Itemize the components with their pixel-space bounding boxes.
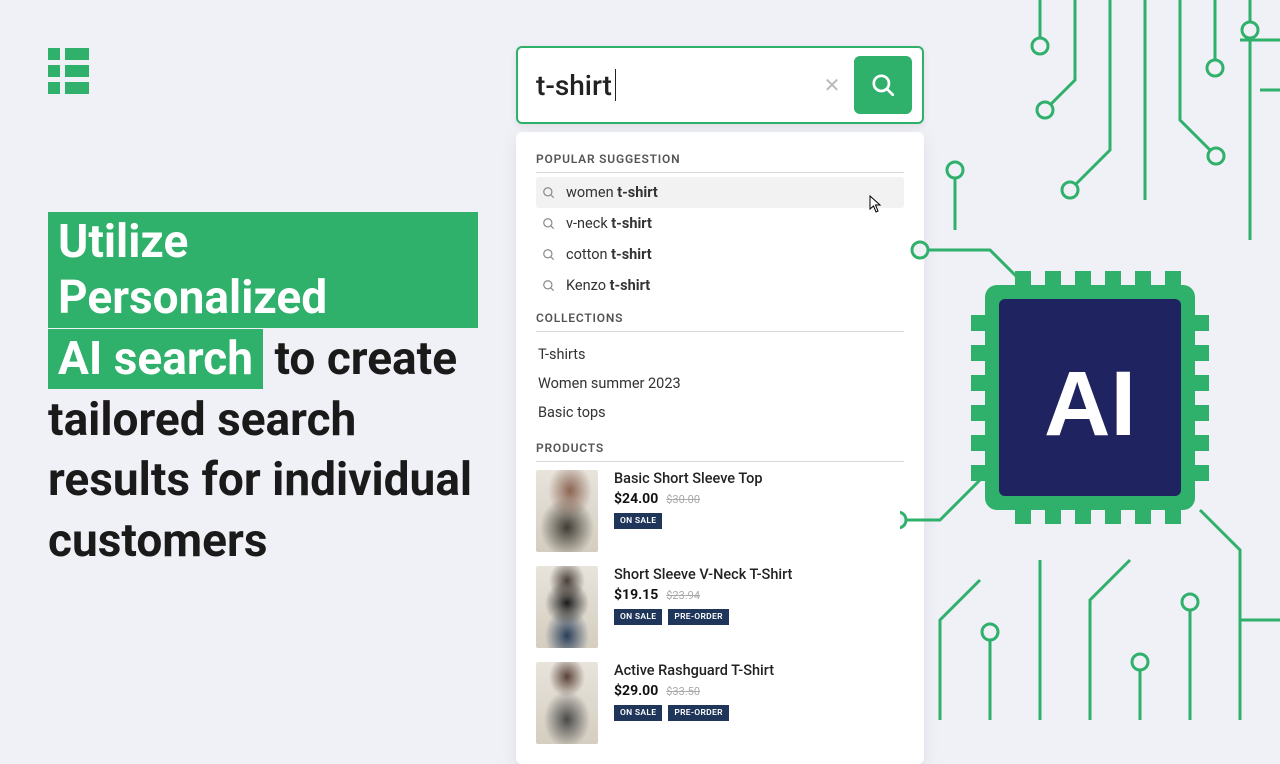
product-thumbnail xyxy=(536,470,598,552)
product-price: $29.00 xyxy=(614,683,658,699)
product-tag: ON SALE xyxy=(614,513,662,529)
product-tag: PRE-ORDER xyxy=(668,609,728,625)
app-logo xyxy=(48,48,90,90)
collection-item[interactable]: Women summer 2023 xyxy=(536,369,904,398)
product-old-price: $23.94 xyxy=(666,589,700,602)
product-item[interactable]: Active Rashguard T-Shirt $29.00 $33.50 O… xyxy=(536,662,904,744)
product-thumbnail xyxy=(536,662,598,744)
search-icon xyxy=(542,248,556,262)
product-tag: ON SALE xyxy=(614,609,662,625)
search-button[interactable] xyxy=(854,56,912,114)
product-tag: PRE-ORDER xyxy=(668,705,728,721)
product-info: Basic Short Sleeve Top $24.00 $30.00 ON … xyxy=(614,470,763,552)
popular-suggestion-header: POPULAR SUGGESTION xyxy=(536,152,904,173)
highlight-2: AI search xyxy=(48,329,263,389)
product-tag: ON SALE xyxy=(614,705,662,721)
search-icon xyxy=(542,279,556,293)
suggestion-text: v-neck t-shirt xyxy=(566,215,652,232)
product-info: Short Sleeve V-Neck T-Shirt $19.15 $23.9… xyxy=(614,566,792,648)
marketing-headline: Utilize Personalized AI search to create… xyxy=(48,212,478,572)
suggestion-text: women t-shirt xyxy=(566,184,658,201)
search-panel: t-shirt ✕ POPULAR SUGGESTION women t-shi… xyxy=(516,46,924,764)
product-item[interactable]: Basic Short Sleeve Top $24.00 $30.00 ON … xyxy=(536,470,904,552)
search-icon xyxy=(542,186,556,200)
product-price: $24.00 xyxy=(614,491,658,507)
search-bar: t-shirt ✕ xyxy=(516,46,924,124)
search-icon xyxy=(870,72,896,98)
product-info: Active Rashguard T-Shirt $29.00 $33.50 O… xyxy=(614,662,774,744)
suggestion-item[interactable]: v-neck t-shirt xyxy=(536,208,904,239)
close-icon: ✕ xyxy=(824,73,841,97)
suggestion-item[interactable]: cotton t-shirt xyxy=(536,239,904,270)
product-thumbnail xyxy=(536,566,598,648)
chip-label: AI xyxy=(1044,353,1136,455)
product-old-price: $30.00 xyxy=(666,493,700,506)
product-title: Short Sleeve V-Neck T-Shirt xyxy=(614,566,792,583)
search-input-value: t-shirt xyxy=(536,69,612,102)
search-icon xyxy=(542,217,556,231)
suggestion-text: cotton t-shirt xyxy=(566,246,652,263)
products-list: Basic Short Sleeve Top $24.00 $30.00 ON … xyxy=(536,470,904,744)
collection-item[interactable]: Basic tops xyxy=(536,398,904,427)
search-dropdown: POPULAR SUGGESTION women t-shirt v-neck … xyxy=(516,132,924,764)
search-input[interactable]: t-shirt xyxy=(536,69,820,102)
collections-list: T-shirts Women summer 2023 Basic tops xyxy=(536,340,904,427)
suggestion-item[interactable]: Kenzo t-shirt xyxy=(536,270,904,301)
product-title: Active Rashguard T-Shirt xyxy=(614,662,774,679)
clear-button[interactable]: ✕ xyxy=(820,73,844,97)
products-header: PRODUCTS xyxy=(536,441,904,462)
text-caret xyxy=(615,69,617,101)
product-title: Basic Short Sleeve Top xyxy=(614,470,763,487)
product-item[interactable]: Short Sleeve V-Neck T-Shirt $19.15 $23.9… xyxy=(536,566,904,648)
suggestion-list: women t-shirt v-neck t-shirt cotton t-sh… xyxy=(536,177,904,301)
ai-chip-illustration: AI xyxy=(900,0,1280,720)
collections-header: COLLECTIONS xyxy=(536,311,904,332)
highlight-1: Utilize Personalized xyxy=(48,212,478,328)
suggestion-item[interactable]: women t-shirt xyxy=(536,177,904,208)
product-old-price: $33.50 xyxy=(666,685,700,698)
collection-item[interactable]: T-shirts xyxy=(536,340,904,369)
product-price: $19.15 xyxy=(614,587,658,603)
suggestion-text: Kenzo t-shirt xyxy=(566,277,650,294)
